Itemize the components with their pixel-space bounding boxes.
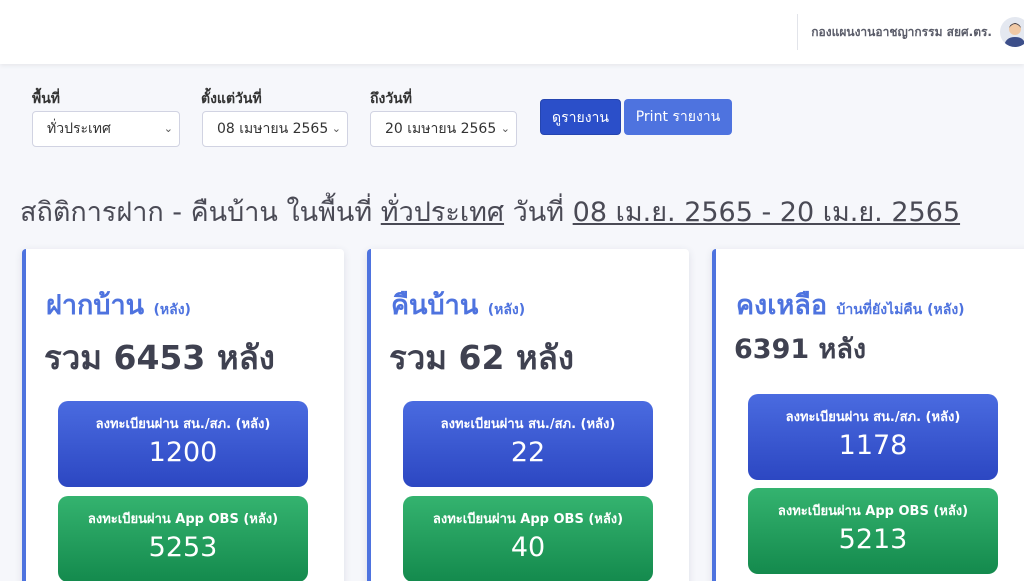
card-total: รวม 62 หลัง (389, 338, 574, 377)
chevron-down-icon: ⌄ (163, 122, 173, 135)
card-title: ฝากบ้าน (หลัง) (46, 290, 191, 321)
area-select[interactable]: ทั่วประเทศ ⌄ (32, 111, 180, 147)
user-name[interactable]: กองแผนงานอาชญากรรม สยศ.ตร. (811, 23, 992, 42)
app-registration-stat: ลงทะเบียนผ่าน App OBS (หลัง) 5213 (748, 488, 998, 574)
stat-value: 5213 (838, 524, 908, 555)
card-title: คืนบ้าน (หลัง) (391, 290, 526, 321)
to-date-value: 20 เมษายน 2565 (385, 121, 497, 137)
app-registration-stat: ลงทะเบียนผ่าน App OBS (หลัง) 40 (403, 496, 653, 581)
title-date-range: 08 เม.ย. 2565 - 20 เม.ย. 2565 (572, 197, 961, 228)
police-registration-stat: ลงทะเบียนผ่าน สน./สภ. (หลัง) 1200 (58, 401, 308, 487)
page-title: สถิติการฝาก - คืนบ้าน ในพื้นที่ ทั่วประเ… (20, 190, 960, 233)
navbar-divider (797, 14, 798, 50)
stat-label: ลงทะเบียนผ่าน สน./สภ. (หลัง) (785, 410, 961, 425)
stat-value: 40 (510, 532, 546, 563)
stat-value: 1200 (148, 437, 218, 468)
police-registration-stat: ลงทะเบียนผ่าน สน./สภ. (หลัง) 1178 (748, 394, 998, 480)
card-title: คงเหลือ บ้านที่ยังไม่คืน (หลัง) (736, 290, 965, 321)
stat-label: ลงทะเบียนผ่าน สน./สภ. (หลัง) (95, 417, 271, 432)
return-card: คืนบ้าน (หลัง) รวม 62 หลัง ลงทะเบียนผ่าน… (367, 249, 689, 581)
from-date-label: ตั้งแต่วันที่ (201, 91, 262, 107)
area-select-value: ทั่วประเทศ (47, 121, 111, 137)
stat-value: 22 (510, 437, 546, 468)
to-date-select[interactable]: 20 เมษายน 2565 ⌄ (370, 111, 517, 147)
stat-label: ลงทะเบียนผ่าน App OBS (หลัง) (777, 504, 969, 519)
card-unit: (หลัง) (153, 302, 191, 318)
remaining-card: คงเหลือ บ้านที่ยังไม่คืน (หลัง) 6391 หลั… (712, 249, 1024, 581)
title-area: ทั่วประเทศ (380, 197, 505, 228)
police-registration-stat: ลงทะเบียนผ่าน สน./สภ. (หลัง) 22 (403, 401, 653, 487)
chevron-down-icon: ⌄ (500, 122, 510, 135)
to-date-label: ถึงวันที่ (370, 91, 412, 107)
view-report-button[interactable]: ดูรายงาน (540, 99, 621, 135)
stat-label: ลงทะเบียนผ่าน App OBS (หลัง) (87, 512, 279, 527)
area-filter-label: พื้นที่ (32, 91, 61, 107)
stat-label: ลงทะเบียนผ่าน สน./สภ. (หลัง) (440, 417, 616, 432)
stat-label: ลงทะเบียนผ่าน App OBS (หลัง) (432, 512, 624, 527)
card-unit: (หลัง) (487, 302, 526, 318)
stat-value: 1178 (838, 430, 908, 461)
print-report-button[interactable]: Print รายงาน (624, 99, 732, 135)
top-navbar: กองแผนงานอาชญากรรม สยศ.ตร. (0, 0, 1024, 64)
card-unit: บ้านที่ยังไม่คืน (หลัง) (836, 302, 965, 318)
stat-value: 5253 (148, 532, 218, 563)
from-date-select[interactable]: 08 เมษายน 2565 ⌄ (202, 111, 348, 147)
card-total: 6391 หลัง (734, 334, 867, 365)
title-date-prefix: วันที่ (512, 197, 565, 228)
chevron-down-icon: ⌄ (331, 122, 341, 135)
deposit-card: ฝากบ้าน (หลัง) รวม 6453 หลัง ลงทะเบียนผ่… (22, 249, 344, 581)
card-total: รวม 6453 หลัง (44, 338, 275, 377)
user-avatar-icon[interactable] (1000, 17, 1024, 47)
title-prefix: สถิติการฝาก - คืนบ้าน ในพื้นที่ (20, 197, 373, 228)
from-date-value: 08 เมษายน 2565 (217, 121, 329, 137)
app-registration-stat: ลงทะเบียนผ่าน App OBS (หลัง) 5253 (58, 496, 308, 581)
